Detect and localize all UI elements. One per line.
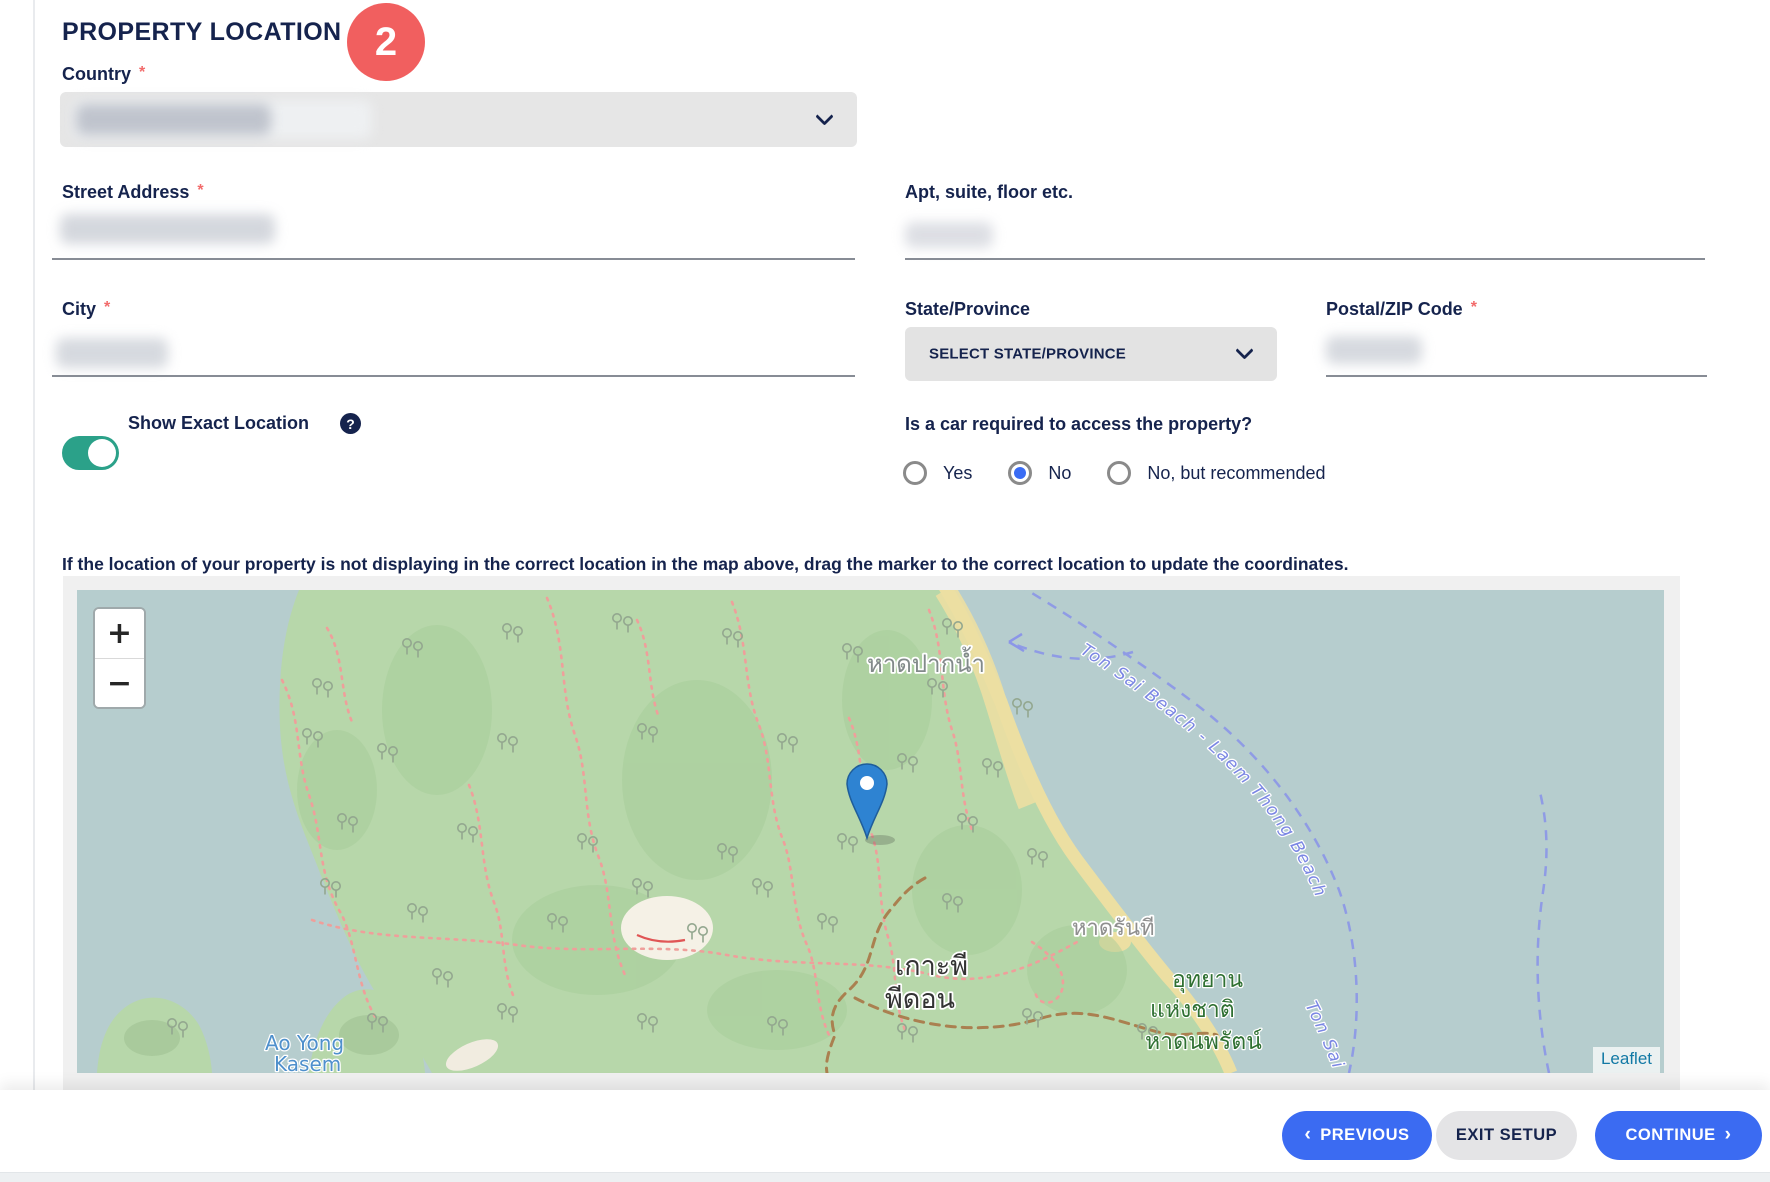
radio-no-but-recommended-label[interactable]: No, but recommended	[1147, 463, 1325, 484]
car-required-radio-group: Yes No No, but recommended	[903, 458, 1361, 488]
page-title: PROPERTY LOCATION	[62, 18, 342, 47]
property-location-page: PROPERTY LOCATION 2 Country* Street Addr…	[0, 0, 1770, 1182]
map-label-park-3: หาดนพรัตน์	[1145, 1028, 1262, 1055]
map-label-island-2: พีดอน	[885, 984, 955, 1015]
step-badge: 2	[347, 3, 425, 81]
city-value-redacted	[56, 338, 168, 368]
radio-yes[interactable]	[903, 461, 927, 485]
chevron-left-icon: ‹	[1304, 1124, 1311, 1146]
radio-no[interactable]	[1008, 461, 1032, 485]
city-label: City*	[62, 299, 110, 320]
map-label-beach-top: หาดปากน้ำ	[867, 646, 985, 678]
continue-button[interactable]: CONTINUE ›	[1595, 1111, 1762, 1160]
radio-yes-label[interactable]: Yes	[943, 463, 972, 484]
country-value-redacted	[76, 104, 271, 135]
street-address-value-redacted	[60, 214, 275, 244]
state-select-value: SELECT STATE/PROVINCE	[929, 346, 1126, 363]
zoom-in-button[interactable]: +	[95, 609, 144, 658]
radio-no-but-recommended[interactable]	[1107, 461, 1131, 485]
map[interactable]: หาดปากน้ำ Ton Sai Beach - Laem Thong Bea…	[77, 590, 1664, 1073]
apt-value-redacted	[905, 222, 993, 248]
postal-input[interactable]	[1326, 375, 1707, 377]
show-exact-location-label: Show Exact Location	[128, 413, 309, 434]
zoom-out-button[interactable]: −	[95, 658, 144, 707]
map-label-beach-east: หาดรันที	[1072, 916, 1155, 941]
map-islet-shade	[124, 1020, 180, 1056]
map-container: หาดปากน้ำ Ton Sai Beach - Laem Thong Bea…	[63, 576, 1680, 1090]
radio-no-label[interactable]: No	[1048, 463, 1071, 484]
car-required-question: Is a car required to access the property…	[905, 414, 1252, 435]
country-label: Country*	[62, 64, 145, 85]
map-label-park-1: อุทยาน	[1172, 967, 1243, 993]
footer-bar: ‹ PREVIOUS EXIT SETUP CONTINUE ›	[0, 1090, 1770, 1172]
state-select[interactable]: SELECT STATE/PROVINCE	[905, 327, 1277, 381]
required-asterisk: *	[1471, 299, 1477, 316]
marker-shadow	[865, 835, 895, 845]
panel-left-divider	[33, 0, 35, 1090]
required-asterisk: *	[139, 64, 145, 81]
map-zoom-control: + −	[93, 607, 146, 709]
map-label-park-2: แห่งชาติ	[1150, 997, 1235, 1023]
previous-button[interactable]: ‹ PREVIOUS	[1282, 1111, 1432, 1160]
street-address-input[interactable]	[52, 258, 855, 260]
map-label-bay-2: Kasem	[274, 1052, 341, 1073]
show-exact-location-toggle[interactable]	[62, 436, 119, 470]
bottom-strip	[0, 1172, 1770, 1182]
city-input[interactable]	[52, 375, 855, 377]
postal-label: Postal/ZIP Code*	[1326, 299, 1477, 320]
map-label-island-1: เกาะพี	[895, 951, 968, 982]
chevron-down-icon	[1235, 341, 1253, 359]
required-asterisk: *	[197, 182, 203, 199]
postal-value-redacted	[1326, 336, 1422, 364]
required-asterisk: *	[104, 299, 110, 316]
map-instruction-text: If the location of your property is not …	[62, 554, 1622, 575]
toggle-knob	[88, 439, 116, 467]
state-label: State/Province	[905, 299, 1030, 320]
leaflet-attribution-link[interactable]: Leaflet	[1593, 1047, 1660, 1073]
exit-setup-button[interactable]: EXIT SETUP	[1436, 1111, 1577, 1160]
chevron-down-icon	[815, 107, 833, 125]
chevron-right-icon: ›	[1725, 1124, 1732, 1146]
apt-label: Apt, suite, floor etc.	[905, 182, 1073, 203]
country-select[interactable]	[60, 92, 857, 147]
street-address-label: Street Address*	[62, 182, 204, 203]
map-tiles: หาดปากน้ำ Ton Sai Beach - Laem Thong Bea…	[77, 590, 1664, 1073]
help-icon[interactable]: ?	[340, 413, 361, 434]
apt-input[interactable]	[905, 258, 1705, 260]
